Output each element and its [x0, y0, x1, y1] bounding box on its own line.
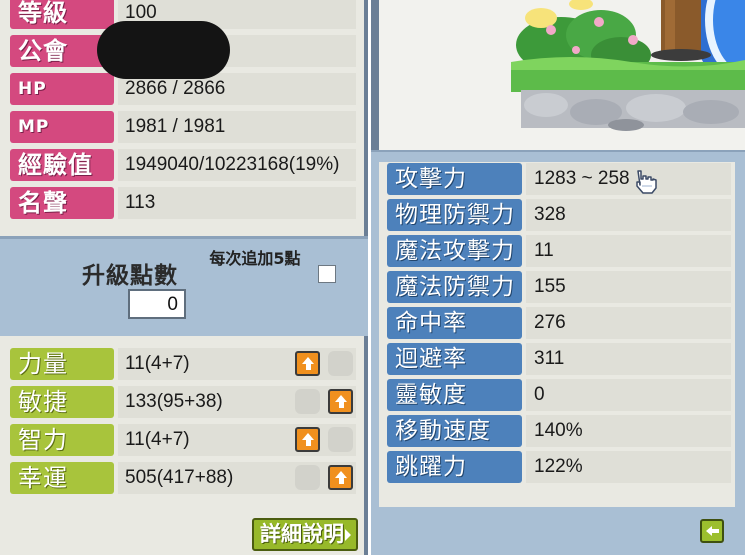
stat-label-level: 等級 — [10, 0, 114, 29]
stat-value-dex: 133(95+38) — [118, 386, 356, 418]
str-increase-button[interactable] — [295, 351, 320, 376]
stat-row-fame: 名聲 113 — [10, 187, 356, 219]
int-spare-slot — [328, 427, 353, 452]
ability-points-panel: 升級點數 0 每次追加5點 — [0, 236, 368, 336]
detail-stat-frame: 攻擊力 1283 ~ 258 物理防禦力 328 魔法攻擊力 11 魔法防禦力 … — [371, 150, 745, 555]
detail-row-jump: 跳躍力 122% — [387, 451, 731, 483]
stat-row-mp: MP 1981 / 1981 — [10, 111, 356, 143]
detail-button-label: 詳細說明 — [260, 522, 344, 546]
back-button[interactable] — [700, 519, 724, 543]
luk-increase-button[interactable] — [328, 465, 353, 490]
detail-row-avoidability: 迴避率 311 — [387, 343, 731, 375]
detail-row-magic-def: 魔法防禦力 155 — [387, 271, 731, 303]
detail-value-weapon-def: 328 — [526, 199, 731, 231]
detail-row-accuracy: 命中率 276 — [387, 307, 731, 339]
detail-label-avoidability: 迴避率 — [387, 343, 522, 375]
stat-value-exp: 1949040/10223168(19%) — [118, 149, 356, 181]
luk-spare-slot — [295, 465, 320, 490]
detail-label-weapon-def: 物理防禦力 — [387, 199, 522, 231]
character-stat-panel: 等級 100 公會 HP 2866 / 2866 MP 1981 / 1981 … — [0, 0, 368, 555]
detail-value-speed: 140% — [526, 415, 731, 447]
detail-value-jump: 122% — [526, 451, 731, 483]
int-increase-button[interactable] — [295, 427, 320, 452]
detail-row-speed: 移動速度 140% — [387, 415, 731, 447]
detail-row-hands: 靈敏度 0 — [387, 379, 731, 411]
stat-label-fame: 名聲 — [10, 187, 114, 219]
stat-label-mp: MP — [10, 111, 114, 143]
stat-row-dex: 敏捷 133(95+38) — [10, 386, 356, 418]
stat-label-str: 力量 — [10, 348, 114, 380]
detail-value-accuracy: 276 — [526, 307, 731, 339]
detail-stat-panel: 攻擊力 1283 ~ 258 物理防禦力 328 魔法攻擊力 11 魔法防禦力 … — [371, 0, 745, 555]
add-five-label: 每次追加5點 — [209, 249, 301, 268]
stat-row-luk: 幸運 505(417+88) — [10, 462, 356, 494]
detail-label-magic-def: 魔法防禦力 — [387, 271, 522, 303]
detail-label-magic-attack: 魔法攻擊力 — [387, 235, 522, 267]
detail-label-attack: 攻擊力 — [387, 163, 522, 195]
stat-row-str: 力量 11(4+7) — [10, 348, 356, 380]
detail-label-speed: 移動速度 — [387, 415, 522, 447]
detail-button[interactable]: 詳細說明 — [252, 518, 358, 551]
detail-value-attack: 1283 ~ 258 — [526, 163, 731, 195]
dex-increase-button[interactable] — [328, 389, 353, 414]
stat-value-str: 11(4+7) — [118, 348, 356, 380]
chevron-right-icon — [345, 529, 351, 541]
stat-label-int: 智力 — [10, 424, 114, 456]
scenery-illustration — [371, 0, 745, 150]
ability-points-title: 升級點數 — [82, 263, 178, 289]
stat-value-int: 11(4+7) — [118, 424, 356, 456]
detail-stat-list: 攻擊力 1283 ~ 258 物理防禦力 328 魔法攻擊力 11 魔法防禦力 … — [379, 162, 735, 507]
dex-spare-slot — [295, 389, 320, 414]
stat-row-int: 智力 11(4+7) — [10, 424, 356, 456]
stat-label-exp: 經驗值 — [10, 149, 114, 181]
stat-label-luk: 幸運 — [10, 462, 114, 494]
detail-value-hands: 0 — [526, 379, 731, 411]
stat-label-hp: HP — [10, 73, 114, 105]
detail-value-magic-def: 155 — [526, 271, 731, 303]
detail-value-magic-attack: 11 — [526, 235, 731, 267]
detail-value-avoidability: 311 — [526, 343, 731, 375]
stat-value-luk: 505(417+88) — [118, 462, 356, 494]
detail-row-magic-attack: 魔法攻擊力 11 — [387, 235, 731, 267]
stat-label-dex: 敏捷 — [10, 386, 114, 418]
ability-points-value: 0 — [128, 289, 186, 319]
hand-cursor-icon — [636, 170, 657, 194]
game-scene-background — [371, 0, 745, 150]
detail-row-weapon-def: 物理防禦力 328 — [387, 199, 731, 231]
str-spare-slot — [328, 351, 353, 376]
detail-label-hands: 靈敏度 — [387, 379, 522, 411]
redaction-blot — [97, 21, 230, 79]
stat-row-exp: 經驗值 1949040/10223168(19%) — [10, 149, 356, 181]
detail-row-attack: 攻擊力 1283 ~ 258 — [387, 163, 731, 195]
add-five-checkbox[interactable] — [318, 265, 336, 283]
stat-value-mp: 1981 / 1981 — [118, 111, 356, 143]
detail-label-accuracy: 命中率 — [387, 307, 522, 339]
stat-value-fame: 113 — [118, 187, 356, 219]
detail-label-jump: 跳躍力 — [387, 451, 522, 483]
